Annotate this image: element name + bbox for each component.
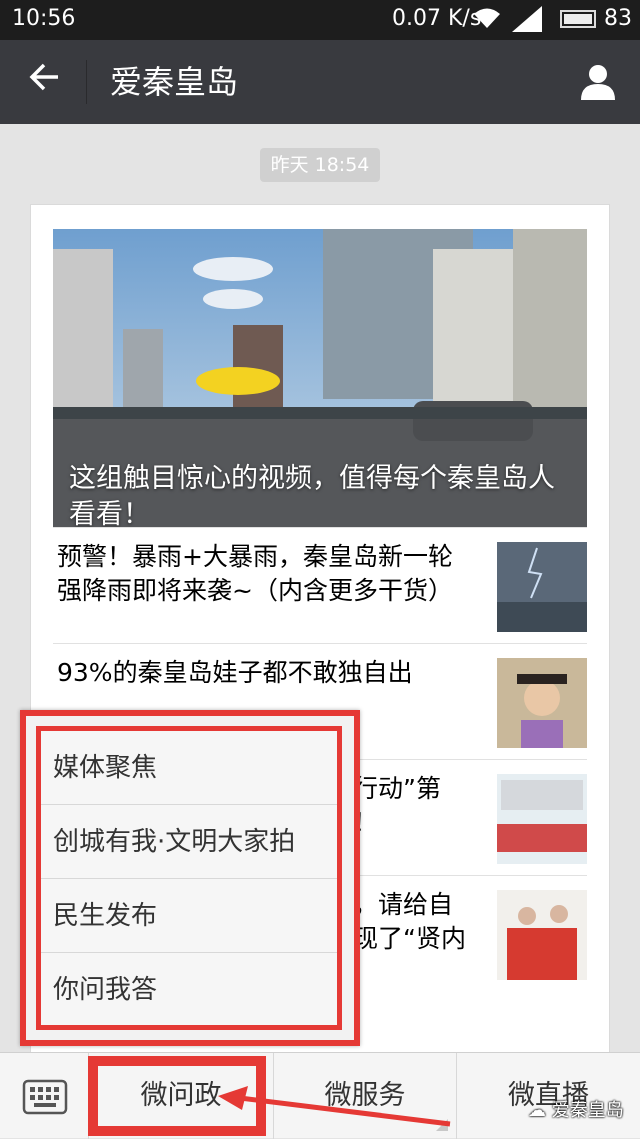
list-item-title: 行动”第 ！ bbox=[353, 774, 441, 837]
list-item-title: 93%的秦皇岛娃子都不敢独自出 bbox=[57, 658, 413, 687]
wifi-icon bbox=[472, 6, 502, 36]
tab-wei-wenzheng[interactable]: 微问政 bbox=[89, 1053, 273, 1139]
signal-icon bbox=[510, 4, 544, 37]
sub-menu-list: 媒体聚焦 创城有我·文明大家拍 民生发布 你问我答 bbox=[36, 726, 342, 1030]
menu-item-qa[interactable]: 你问我答 bbox=[41, 953, 337, 1027]
cover-caption: 这组触目惊心的视频，值得每个秦皇岛人看看！ bbox=[69, 463, 555, 527]
list-item-title: ，请给自 现了“贤内 bbox=[353, 890, 466, 953]
watermark: ☁ 爱秦皇岛 bbox=[528, 1096, 624, 1122]
menu-item-media-focus[interactable]: 媒体聚焦 bbox=[41, 731, 337, 805]
wechat-icon: ☁ bbox=[528, 1100, 546, 1121]
header-divider bbox=[86, 60, 87, 104]
network-speed: 0.07 K/s bbox=[392, 6, 482, 31]
family-thumbnail bbox=[497, 890, 587, 980]
crowd-thumbnail bbox=[497, 774, 587, 864]
storm-thumbnail bbox=[497, 542, 587, 632]
child-thumbnail bbox=[497, 658, 587, 748]
tab-label: 微问政 bbox=[140, 1080, 222, 1111]
menu-item-livelihood[interactable]: 民生发布 bbox=[41, 879, 337, 953]
list-item-title: 预警！暴雨+大暴雨，秦皇岛新一轮强降雨即将来袭~（内含更多干货） bbox=[57, 542, 453, 605]
message-timestamp: 昨天 18:54 bbox=[260, 148, 380, 182]
list-item[interactable]: 预警！暴雨+大暴雨，秦皇岛新一轮强降雨即将来袭~（内含更多干货） bbox=[53, 527, 587, 643]
tab-wei-fuwu[interactable]: 微服务 bbox=[274, 1053, 456, 1139]
cover-image[interactable]: 这组触目惊心的视频，值得每个秦皇岛人看看！ bbox=[53, 229, 587, 527]
battery-icon bbox=[560, 10, 596, 28]
submenu-indicator-icon bbox=[436, 1119, 448, 1131]
battery-level: 83 bbox=[604, 6, 632, 31]
chat-header: 爱秦皇岛 bbox=[0, 40, 640, 124]
bottom-menu-bar: 微问政 微服务 微直播 bbox=[0, 1052, 640, 1139]
sub-menu-popup: 媒体聚焦 创城有我·文明大家拍 民生发布 你问我答 bbox=[20, 710, 360, 1046]
page-title: 爱秦皇岛 bbox=[110, 63, 239, 101]
keyboard-icon[interactable] bbox=[20, 1071, 70, 1121]
tab-label: 微服务 bbox=[324, 1080, 406, 1111]
menu-item-civilization[interactable]: 创城有我·文明大家拍 bbox=[41, 805, 337, 879]
status-bar: 10:56 0.07 K/s 83 bbox=[0, 0, 640, 40]
status-time: 10:56 bbox=[12, 6, 76, 31]
person-icon[interactable] bbox=[578, 62, 618, 102]
watermark-text: 爱秦皇岛 bbox=[551, 1100, 624, 1121]
arrow-left-icon[interactable] bbox=[28, 60, 62, 103]
